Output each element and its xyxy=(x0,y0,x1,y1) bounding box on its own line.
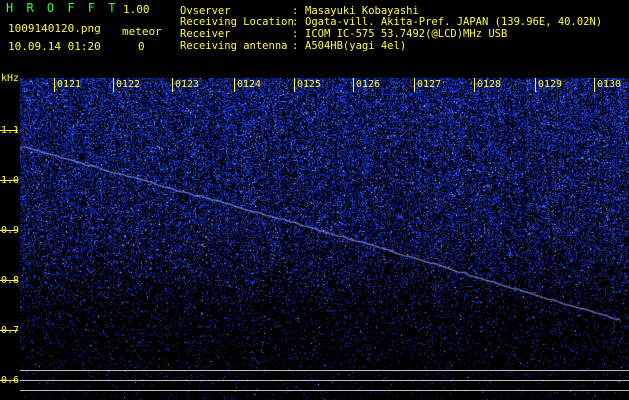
reference-line xyxy=(20,390,629,391)
meteor-label: meteor xyxy=(122,25,162,38)
info-key-antenna: Receiving antenna xyxy=(180,40,288,52)
info-sep-antenna: : xyxy=(292,40,299,52)
file-name: 1009140120.png xyxy=(8,22,101,35)
y-axis-unit: kHz xyxy=(1,73,20,84)
x-tick-mark xyxy=(353,78,354,92)
app-title: H R O F F T xyxy=(6,1,119,15)
reference-line xyxy=(20,370,629,371)
x-tick-label: 0127 xyxy=(417,79,442,90)
x-tick-label: 0121 xyxy=(57,79,82,90)
x-tick-mark xyxy=(474,78,475,92)
hroft-window: H R O F F T 1.00 1009140120.png 10.09.14… xyxy=(0,0,629,400)
x-tick-mark xyxy=(54,78,55,92)
x-tick-mark xyxy=(172,78,173,92)
info-value-antenna: A504HB(yagi 4el) xyxy=(305,40,407,52)
meteor-count: 0 xyxy=(138,40,145,53)
x-tick-label: 0128 xyxy=(477,79,502,90)
x-tick-mark xyxy=(414,78,415,92)
app-version: 1.00 xyxy=(123,3,150,16)
x-tick-label: 0124 xyxy=(237,79,262,90)
x-tick-label: 0129 xyxy=(538,79,563,90)
x-tick-label: 0123 xyxy=(175,79,200,90)
x-tick-label: 0126 xyxy=(356,79,381,90)
y-tick-label: 0.8 xyxy=(1,275,20,286)
reference-line xyxy=(20,380,629,381)
x-tick-mark xyxy=(535,78,536,92)
x-tick-mark xyxy=(113,78,114,92)
spectrogram-canvas xyxy=(20,78,629,400)
x-tick-mark xyxy=(594,78,595,92)
x-tick-label: 0122 xyxy=(116,79,141,90)
y-tick-label: 0.7 xyxy=(1,325,20,336)
y-tick-label: 0.9 xyxy=(1,225,20,236)
file-datetime: 10.09.14 01:20 xyxy=(8,40,101,53)
y-tick-label: 1.0 xyxy=(1,175,20,186)
x-tick-mark xyxy=(234,78,235,92)
y-tick-label: 0.6 xyxy=(1,375,20,386)
y-tick-label: 1.1 xyxy=(1,125,20,136)
x-tick-label: 0130 xyxy=(597,79,622,90)
x-tick-label: 0125 xyxy=(297,79,322,90)
x-tick-mark xyxy=(294,78,295,92)
